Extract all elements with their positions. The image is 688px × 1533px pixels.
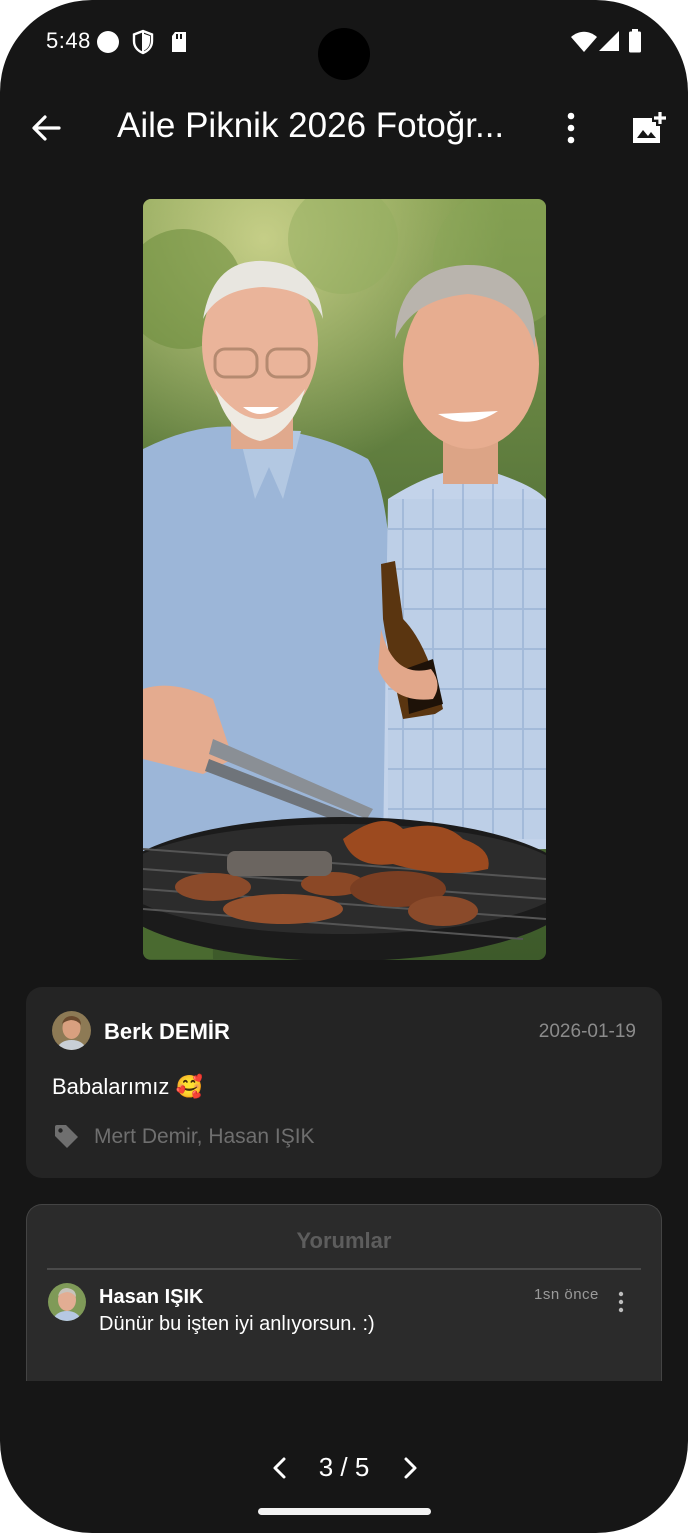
chevron-left-icon[interactable] <box>266 1454 294 1482</box>
comment-text: Dünür bu işten iyi anlıyorsun. :) <box>99 1313 375 1335</box>
comment-more-icon[interactable] <box>612 1290 630 1316</box>
more-vert-icon[interactable] <box>556 110 586 146</box>
tag-icon <box>55 1125 78 1148</box>
comment-avatar-image <box>48 1283 86 1321</box>
comment-avatar[interactable] <box>48 1283 86 1321</box>
main-photo[interactable] <box>143 199 546 960</box>
home-indicator[interactable] <box>258 1508 431 1515</box>
cell-signal-icon <box>599 31 619 51</box>
app-bar: Aile Piknik 2026 Fotoğr... <box>0 92 688 164</box>
status-time: 5:48 <box>46 28 91 53</box>
chevron-right-icon[interactable] <box>396 1454 424 1482</box>
phone-screen: 5:48 Aile Piknik 2026 Fotoğr... Berk DEM… <box>0 0 688 1533</box>
comment-time: 1sn önce <box>534 1286 599 1303</box>
add-photo-icon[interactable] <box>630 110 668 146</box>
post-date: 2026-01-19 <box>538 1021 636 1042</box>
post-caption: Babalarımız 🥰 <box>52 1074 203 1099</box>
page-title: Aile Piknik 2026 Fotoğr... <box>117 106 505 145</box>
shield-icon <box>132 29 154 55</box>
battery-icon <box>629 29 641 53</box>
circle-notification-icon <box>97 31 119 53</box>
comment-author[interactable]: Hasan IŞIK <box>99 1286 203 1309</box>
photo-image <box>143 199 546 960</box>
sd-card-icon <box>172 32 186 52</box>
wifi-icon <box>571 31 597 52</box>
comments-divider <box>47 1268 641 1270</box>
author-avatar[interactable] <box>52 1011 91 1050</box>
camera-cutout <box>318 28 370 80</box>
author-avatar-image <box>52 1011 91 1050</box>
author-name[interactable]: Berk DEMİR <box>104 1019 230 1045</box>
pager: 3 / 5 <box>0 1448 688 1488</box>
tagged-people[interactable]: Mert Demir, Hasan IŞIK <box>94 1125 315 1149</box>
page-indicator: 3 / 5 <box>318 1452 370 1482</box>
arrow-back-icon[interactable] <box>28 110 64 146</box>
comments-title: Yorumlar <box>296 1228 392 1253</box>
